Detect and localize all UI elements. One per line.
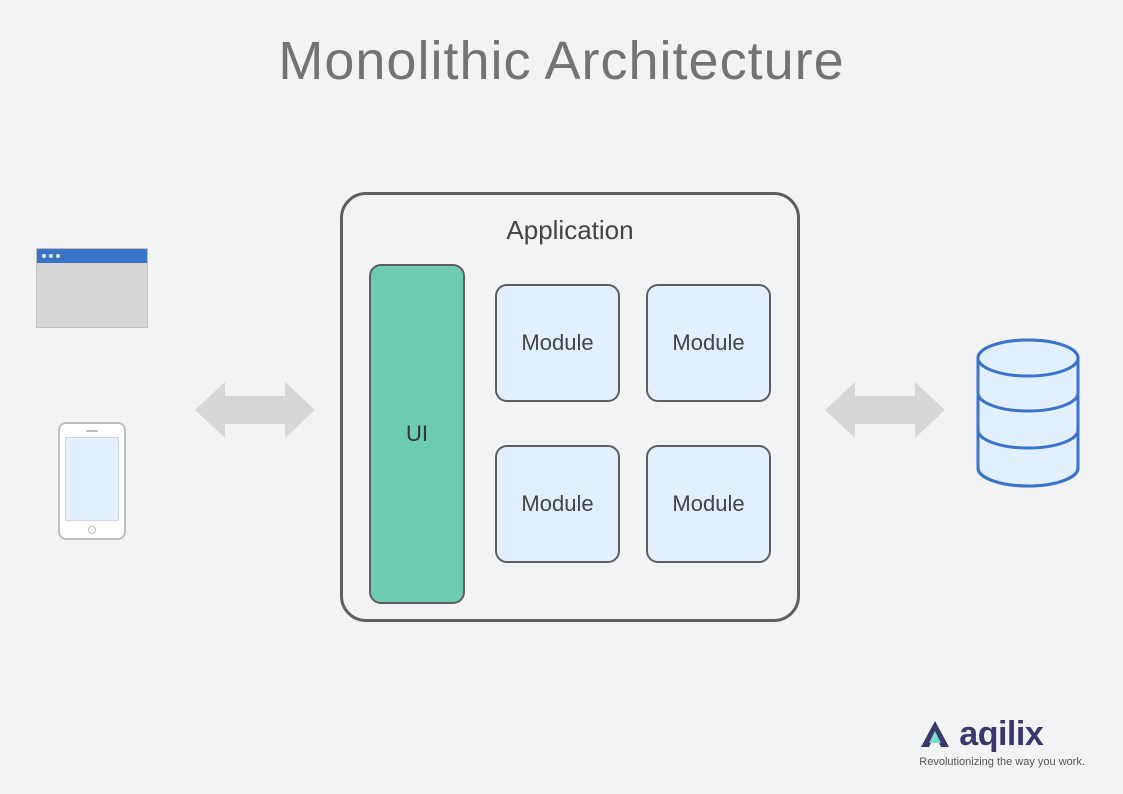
module-box: Module	[495, 284, 620, 402]
logo-name: aqilix	[959, 715, 1043, 754]
bidirectional-arrow-icon	[195, 376, 315, 444]
diagram-title: Monolithic Architecture	[0, 30, 1123, 92]
module-box: Module	[646, 445, 771, 563]
logo-mark-icon	[919, 719, 951, 751]
application-label: Application	[369, 215, 771, 246]
ui-box: UI	[369, 264, 465, 604]
brand-logo: aqilix Revolutionizing the way you work.	[919, 715, 1085, 768]
module-box: Module	[495, 445, 620, 563]
logo-tagline: Revolutionizing the way you work.	[919, 756, 1085, 768]
bidirectional-arrow-icon	[825, 376, 945, 444]
mobile-device-icon	[58, 422, 126, 540]
database-icon	[973, 338, 1083, 488]
module-box: Module	[646, 284, 771, 402]
browser-window-icon	[36, 248, 148, 328]
application-container: Application UI Module Module Module Modu…	[340, 192, 800, 622]
